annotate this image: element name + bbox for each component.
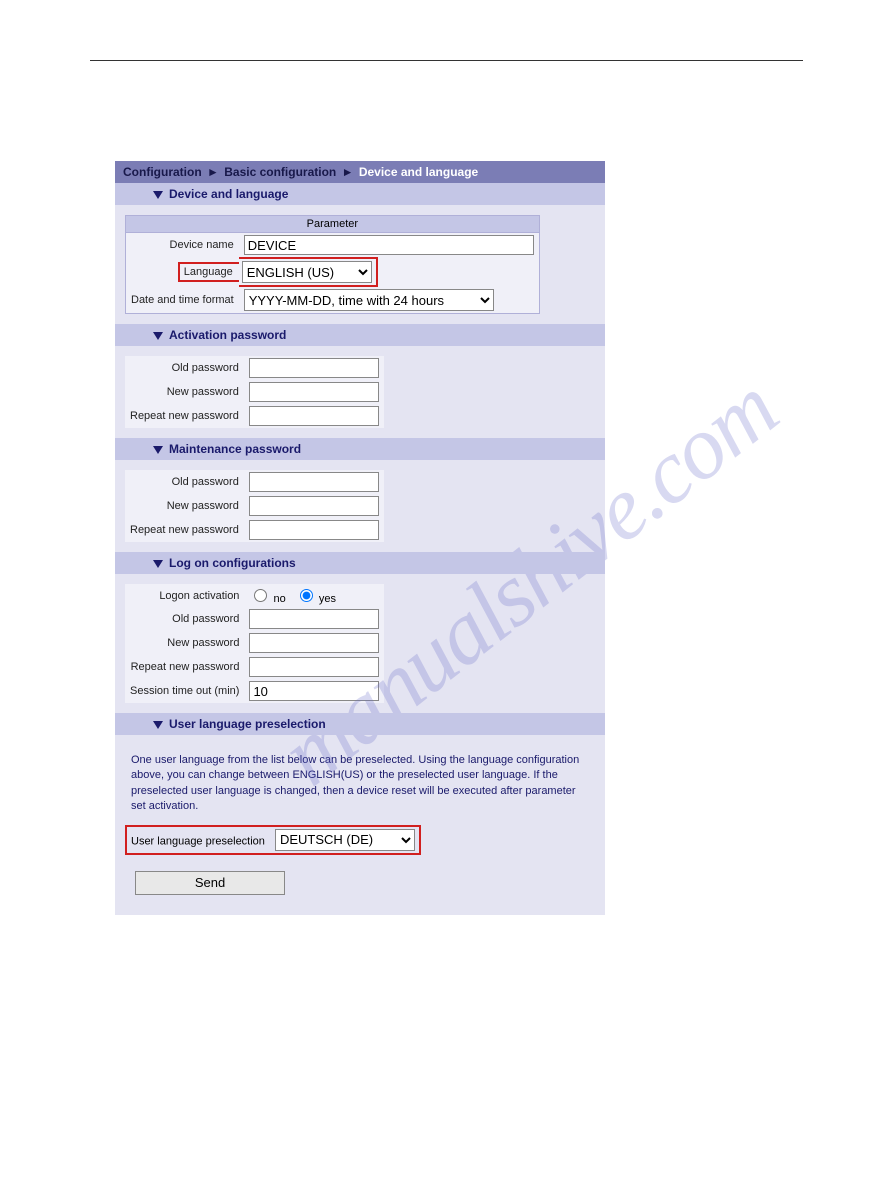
userlang-desc: One user language from the list below ca… <box>125 745 595 825</box>
breadcrumb-sep-2: ► <box>342 165 354 179</box>
breadcrumb-c: Device and language <box>359 165 478 179</box>
activation-old-input[interactable] <box>249 358 379 378</box>
section-logon[interactable]: Log on configurations <box>115 552 605 574</box>
logon-old-label: Old password <box>125 607 244 631</box>
datetime-label: Date and time format <box>126 287 239 314</box>
caret-down-icon <box>153 191 163 199</box>
language-label: Language <box>184 266 233 278</box>
section-device-language[interactable]: Device and language <box>115 183 605 205</box>
maintenance-new-label: New password <box>125 494 244 518</box>
section-device-title: Device and language <box>169 187 288 201</box>
page-divider <box>90 60 803 61</box>
caret-down-icon <box>153 560 163 568</box>
logon-repeat-input[interactable] <box>249 657 379 677</box>
maintenance-old-input[interactable] <box>249 472 379 492</box>
config-panel: Configuration ► Basic configuration ► De… <box>115 161 605 915</box>
maintenance-subpanel: Old password New password Repeat new pas… <box>115 460 605 552</box>
section-userlang[interactable]: User language preselection <box>115 713 605 735</box>
section-activation[interactable]: Activation password <box>115 324 605 346</box>
section-logon-title: Log on configurations <box>169 556 296 570</box>
caret-down-icon <box>153 721 163 729</box>
logon-radio-yes[interactable] <box>300 589 313 602</box>
maintenance-old-label: Old password <box>125 470 244 494</box>
device-name-label: Device name <box>126 233 239 258</box>
device-name-input[interactable] <box>244 235 534 255</box>
caret-down-icon <box>153 446 163 454</box>
logon-radio-yes-label: yes <box>319 593 336 605</box>
caret-down-icon <box>153 332 163 340</box>
logon-radio-no-label: no <box>274 593 286 605</box>
maintenance-repeat-label: Repeat new password <box>125 518 244 542</box>
userlang-label: User language preselection <box>131 835 265 847</box>
parameter-header: Parameter <box>126 216 540 233</box>
maintenance-repeat-input[interactable] <box>249 520 379 540</box>
device-subpanel: Parameter Device name Language ENGL <box>115 205 605 324</box>
maintenance-new-input[interactable] <box>249 496 379 516</box>
logon-repeat-label: Repeat new password <box>125 655 244 679</box>
activation-new-label: New password <box>125 380 244 404</box>
send-button[interactable]: Send <box>135 871 285 895</box>
language-select[interactable]: ENGLISH (US) <box>242 261 372 283</box>
logon-old-input[interactable] <box>249 609 379 629</box>
breadcrumb-b[interactable]: Basic configuration <box>224 165 336 179</box>
activation-repeat-label: Repeat new password <box>125 404 244 428</box>
activation-repeat-input[interactable] <box>249 406 379 426</box>
breadcrumb-sep-1: ► <box>207 165 219 179</box>
datetime-select[interactable]: YYYY-MM-DD, time with 24 hours <box>244 289 494 311</box>
section-maintenance-title: Maintenance password <box>169 442 301 456</box>
breadcrumb-a[interactable]: Configuration <box>123 165 202 179</box>
logon-radio-no[interactable] <box>254 589 267 602</box>
userlang-subpanel: One user language from the list below ca… <box>115 735 605 915</box>
section-activation-title: Activation password <box>169 328 286 342</box>
activation-old-label: Old password <box>125 356 244 380</box>
logon-timeout-input[interactable] <box>249 681 379 701</box>
logon-new-label: New password <box>125 631 244 655</box>
logon-subpanel: Logon activation no yes Old password New… <box>115 574 605 713</box>
breadcrumb: Configuration ► Basic configuration ► De… <box>115 161 605 183</box>
userlang-select[interactable]: DEUTSCH (DE) <box>275 829 415 851</box>
section-maintenance[interactable]: Maintenance password <box>115 438 605 460</box>
section-userlang-title: User language preselection <box>169 717 326 731</box>
activation-new-input[interactable] <box>249 382 379 402</box>
activation-subpanel: Old password New password Repeat new pas… <box>115 346 605 438</box>
logon-timeout-label: Session time out (min) <box>125 679 244 703</box>
logon-new-input[interactable] <box>249 633 379 653</box>
logon-activation-label: Logon activation <box>125 584 244 607</box>
